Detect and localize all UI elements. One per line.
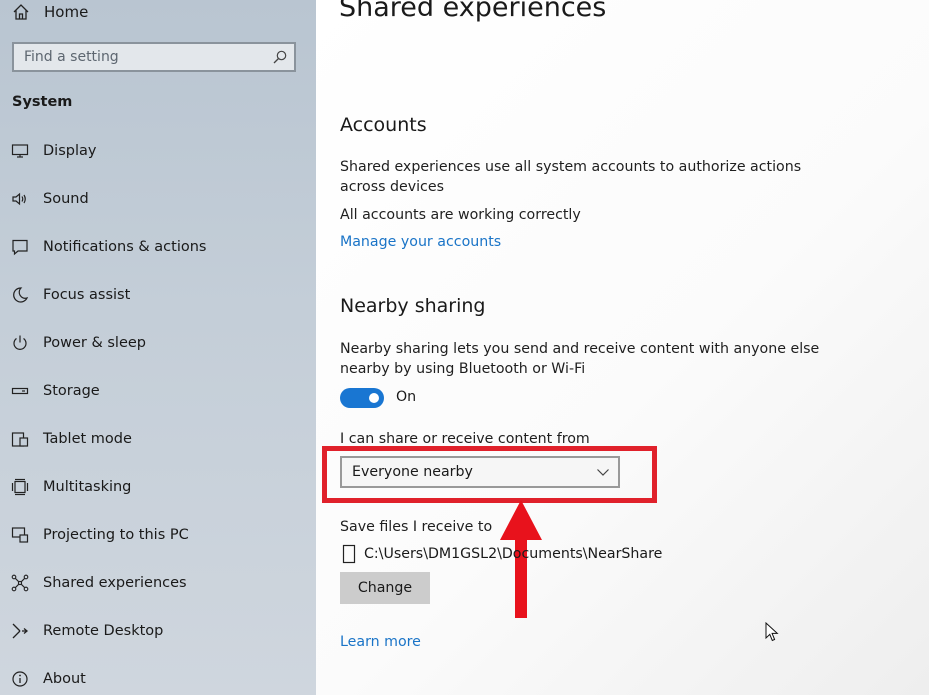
- sidebar-item-label: Shared experiences: [43, 575, 187, 591]
- sidebar-item-label: Multitasking: [43, 479, 132, 495]
- nearby-description-line2: nearby by using Bluetooth or Wi-Fi: [340, 361, 586, 377]
- remote-desktop-icon: [12, 623, 29, 639]
- nearby-description-line1: Nearby sharing lets you send and receive…: [340, 341, 820, 357]
- sidebar-item-label: Storage: [43, 383, 100, 399]
- page-title: Shared experiences: [339, 0, 607, 23]
- settings-window: Home System Display: [0, 0, 929, 695]
- sidebar-item-remote-desktop[interactable]: Remote Desktop: [0, 607, 316, 655]
- notification-icon: [12, 239, 28, 256]
- home-label: Home: [44, 3, 89, 21]
- sidebar-item-label: Sound: [43, 191, 89, 207]
- manage-accounts-link[interactable]: Manage your accounts: [340, 234, 501, 250]
- search-box[interactable]: [12, 42, 296, 72]
- accounts-description-line2: across devices: [340, 179, 444, 195]
- save-path-row: C:\Users\DM1GSL2\Documents\NearShare: [342, 544, 662, 564]
- sidebar-item-about[interactable]: About: [0, 655, 316, 695]
- sidebar-item-display[interactable]: Display: [0, 127, 316, 175]
- sidebar-item-tablet-mode[interactable]: Tablet mode: [0, 415, 316, 463]
- device-icon: [342, 544, 356, 564]
- save-path: C:\Users\DM1GSL2\Documents\NearShare: [364, 546, 663, 562]
- sidebar-item-label: Remote Desktop: [43, 623, 164, 639]
- tablet-icon: [11, 432, 29, 447]
- sidebar: Home System Display: [0, 0, 316, 695]
- moon-icon: [13, 287, 29, 303]
- sidebar-item-label: About: [43, 671, 86, 687]
- monitor-icon: [11, 144, 29, 158]
- search-input[interactable]: [14, 44, 272, 70]
- sidebar-item-focus-assist[interactable]: Focus assist: [0, 271, 316, 319]
- toggle-knob: [369, 393, 379, 403]
- sidebar-item-projecting[interactable]: Projecting to this PC: [0, 511, 316, 559]
- home-icon: [13, 4, 29, 20]
- shared-experiences-icon: [11, 574, 29, 592]
- sidebar-item-label: Power & sleep: [43, 335, 146, 351]
- info-icon: [12, 671, 28, 687]
- sidebar-item-label: Notifications & actions: [43, 239, 207, 255]
- accounts-status: All accounts are working correctly: [340, 207, 581, 223]
- power-icon: [13, 335, 27, 350]
- sidebar-item-multitasking[interactable]: Multitasking: [0, 463, 316, 511]
- main-content: Shared experiences Accounts Shared exper…: [316, 0, 929, 695]
- accounts-heading: Accounts: [340, 114, 427, 136]
- change-button[interactable]: Change: [340, 572, 430, 604]
- learn-more-link[interactable]: Learn more: [340, 634, 421, 650]
- multitasking-icon: [11, 478, 29, 496]
- projecting-icon: [11, 527, 29, 543]
- nearby-sharing-toggle[interactable]: [340, 388, 384, 408]
- sidebar-item-power-sleep[interactable]: Power & sleep: [0, 319, 316, 367]
- accounts-description-line1: Shared experiences use all system accoun…: [340, 159, 802, 175]
- sidebar-item-notifications[interactable]: Notifications & actions: [0, 223, 316, 271]
- sidebar-item-shared-experiences[interactable]: Shared experiences: [0, 559, 316, 607]
- highlight-box: [322, 446, 657, 503]
- sidebar-item-sound[interactable]: Sound: [0, 175, 316, 223]
- sidebar-item-label: Projecting to this PC: [43, 527, 189, 543]
- sidebar-item-storage[interactable]: Storage: [0, 367, 316, 415]
- home-nav-item[interactable]: Home: [12, 0, 88, 24]
- sidebar-item-label: Tablet mode: [43, 431, 132, 447]
- storage-icon: [11, 387, 29, 395]
- mouse-cursor-icon: [765, 622, 779, 642]
- save-location-label: Save files I receive to: [340, 519, 493, 535]
- section-title: System: [12, 94, 73, 110]
- speaker-icon: [12, 192, 26, 206]
- nearby-sharing-heading: Nearby sharing: [340, 295, 486, 317]
- toggle-state-label: On: [396, 389, 417, 405]
- search-icon[interactable]: [272, 49, 288, 65]
- sidebar-nav: Display Sound Notifications & actions Fo…: [0, 127, 316, 695]
- sidebar-item-label: Display: [43, 143, 97, 159]
- sidebar-item-label: Focus assist: [43, 287, 131, 303]
